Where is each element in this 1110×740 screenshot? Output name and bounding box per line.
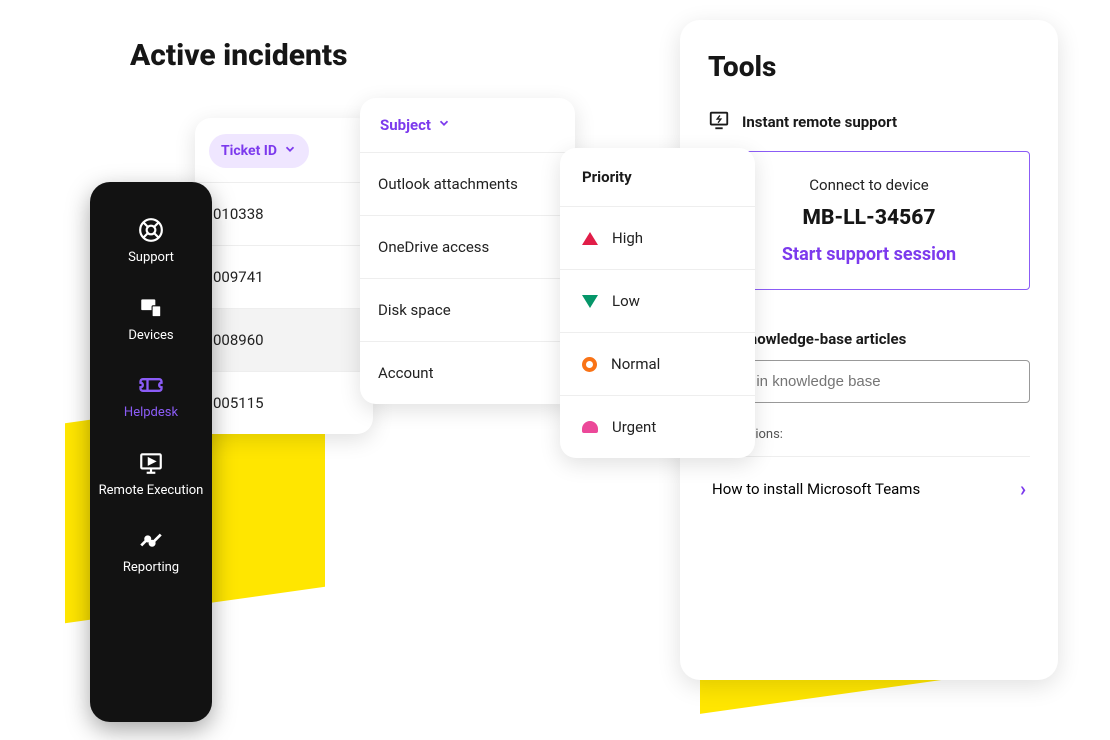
remote-support-heading: Instant remote support xyxy=(708,109,1030,135)
sidebar-item-label: Support xyxy=(128,250,174,266)
subjects-column: Subject Outlook attachments OneDrive acc… xyxy=(360,98,575,404)
triangle-down-icon xyxy=(582,295,598,308)
priority-row[interactable]: Low xyxy=(560,269,755,332)
priority-label: Normal xyxy=(611,355,660,373)
subject-sort[interactable]: Subject xyxy=(360,98,575,152)
circle-icon xyxy=(582,357,597,372)
section-label: Instant remote support xyxy=(742,113,897,131)
alarm-icon xyxy=(582,421,598,433)
sidebar-item-label: Remote Execution xyxy=(99,483,204,499)
chevron-down-icon xyxy=(283,142,297,160)
kb-suggestion-label: How to install Microsoft Teams xyxy=(712,480,920,498)
suggestions-label: Suggestions: xyxy=(708,427,1030,442)
priorities-column: Priority High Low Normal Urgent xyxy=(560,148,755,458)
priority-row[interactable]: High xyxy=(560,206,755,269)
play-monitor-icon xyxy=(137,449,165,477)
priority-label: Low xyxy=(612,292,640,310)
sidebar: Support Devices Helpdesk Remote Executio… xyxy=(90,182,212,722)
lifebuoy-icon xyxy=(137,216,165,244)
sidebar-item-label: Reporting xyxy=(123,560,179,576)
priority-label: High xyxy=(612,229,643,247)
monitor-bolt-icon xyxy=(708,109,730,135)
device-id: MB-LL-34567 xyxy=(733,206,1005,230)
ticket-icon xyxy=(137,371,165,399)
subject-row[interactable]: OneDrive access xyxy=(360,215,575,278)
devices-icon xyxy=(137,294,165,322)
sidebar-item-devices[interactable]: Devices xyxy=(90,280,212,358)
tools-title: Tools xyxy=(708,50,1030,83)
ticket-row[interactable]: 008960 xyxy=(195,308,373,371)
chevron-down-icon xyxy=(437,116,451,134)
ticket-id-sort[interactable]: Ticket ID xyxy=(209,134,309,168)
subject-row[interactable]: Disk space xyxy=(360,278,575,341)
column-header-label: Priority xyxy=(560,148,755,206)
connect-device-box: Connect to device MB-LL-34567 Start supp… xyxy=(708,151,1030,290)
kb-search-input[interactable] xyxy=(708,360,1030,403)
priority-row[interactable]: Normal xyxy=(560,332,755,395)
ticket-row[interactable]: 005115 xyxy=(195,371,373,434)
ticket-row[interactable]: 009741 xyxy=(195,245,373,308)
sidebar-item-remote-execution[interactable]: Remote Execution xyxy=(90,435,212,513)
ticket-row[interactable]: 010338 xyxy=(195,182,373,245)
page-heading: Active incidents xyxy=(130,38,348,73)
start-session-button[interactable]: Start support session xyxy=(733,244,1005,265)
subject-row[interactable]: Outlook attachments xyxy=(360,152,575,215)
triangle-up-icon xyxy=(582,232,598,245)
priority-row[interactable]: Urgent xyxy=(560,395,755,458)
column-header-label: Ticket ID xyxy=(221,143,277,159)
chevron-right-icon: › xyxy=(1020,477,1026,501)
connect-label: Connect to device xyxy=(733,176,1005,194)
sidebar-item-helpdesk[interactable]: Helpdesk xyxy=(90,357,212,435)
priority-label: Urgent xyxy=(612,418,656,436)
sidebar-item-label: Helpdesk xyxy=(124,405,178,421)
subject-row[interactable]: Account xyxy=(360,341,575,404)
sidebar-item-reporting[interactable]: Reporting xyxy=(90,512,212,590)
sidebar-item-support[interactable]: Support xyxy=(90,202,212,280)
chart-line-icon xyxy=(137,526,165,554)
sidebar-item-label: Devices xyxy=(128,328,173,344)
column-header-label: Subject xyxy=(380,116,431,134)
kb-suggestion-item[interactable]: How to install Microsoft Teams › xyxy=(708,456,1030,501)
tickets-column: Ticket ID 010338 009741 008960 005115 xyxy=(195,118,373,434)
kb-label: Find knowledge-base articles xyxy=(708,330,1030,348)
